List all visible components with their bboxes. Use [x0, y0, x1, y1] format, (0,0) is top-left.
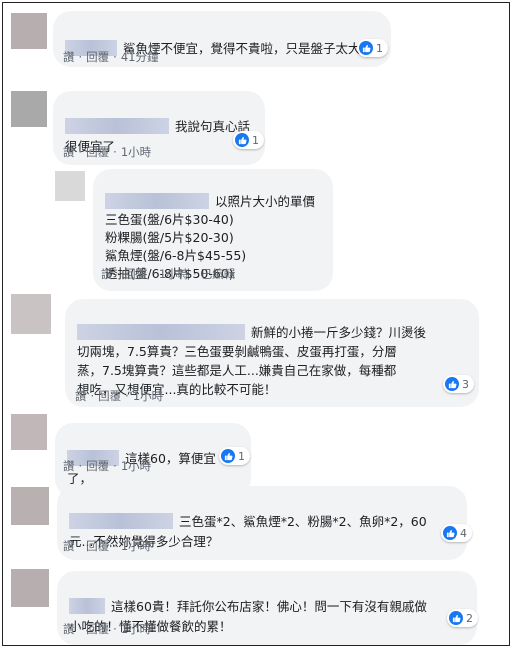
commenter-name-blurred[interactable] — [77, 324, 245, 340]
timestamp[interactable]: 1小時 — [121, 459, 151, 473]
reaction-count[interactable]: 3 — [443, 375, 474, 393]
commenter-name-blurred[interactable] — [69, 598, 105, 614]
reaction-count[interactable]: 4 — [441, 524, 472, 542]
reply-link[interactable]: 回覆 — [98, 389, 121, 403]
reply-link[interactable]: 回覆 — [86, 145, 109, 159]
timestamp[interactable]: 41分鐘 — [121, 50, 159, 64]
avatar[interactable] — [55, 171, 85, 201]
comment-actions: 讚 · 回覆 · 1小時 — [63, 622, 152, 636]
reply-link[interactable]: 回覆 — [86, 459, 109, 473]
avatar[interactable] — [11, 569, 49, 607]
avatar[interactable] — [11, 294, 51, 334]
comment-actions: 讚 · 回覆 · 1小時 — [75, 389, 164, 403]
like-icon — [445, 377, 459, 391]
avatar[interactable] — [11, 414, 47, 450]
edited-label[interactable]: 已編輯 — [201, 267, 236, 281]
like-icon — [235, 133, 249, 147]
like-count: 1 — [238, 449, 245, 463]
timestamp[interactable]: 1小時 — [133, 389, 163, 403]
like-link[interactable]: 讚 — [63, 50, 75, 64]
comment-actions: 讚 · 回覆 · 41分鐘 — [63, 50, 159, 64]
like-icon — [449, 611, 463, 625]
like-icon — [221, 449, 235, 463]
like-count: 1 — [376, 41, 383, 55]
like-link[interactable]: 讚 — [63, 539, 75, 553]
timestamp[interactable]: 1小時 — [121, 145, 151, 159]
like-count: 1 — [252, 133, 259, 147]
timestamp[interactable]: 1小時 — [159, 267, 189, 281]
like-link[interactable]: 讚 — [75, 389, 87, 403]
comment-actions: 讚 · 回覆 · 1小時 — [63, 459, 152, 473]
timestamp[interactable]: 1小時 — [121, 622, 151, 636]
comment-thread: 鯊魚煙不便宜，覺得不貴啦，只是盤子太大 1 讚 · 回覆 · 41分鐘 我說句真心話 很… — [2, 2, 510, 646]
avatar[interactable] — [11, 13, 47, 49]
like-icon — [443, 526, 457, 540]
commenter-name-blurred[interactable] — [69, 513, 173, 529]
commenter-name-blurred[interactable] — [105, 193, 209, 209]
like-link[interactable]: 讚 — [63, 459, 75, 473]
reply-link[interactable]: 回覆 — [86, 50, 109, 64]
avatar[interactable] — [11, 487, 49, 525]
comment-text: 鯊魚煙不便宜，覺得不貴啦，只是盤子太大 — [123, 41, 361, 56]
like-count: 2 — [466, 611, 473, 625]
like-link[interactable]: 讚 — [101, 267, 113, 281]
like-count: 3 — [462, 377, 469, 391]
reaction-count[interactable]: 1 — [219, 447, 250, 465]
like-link[interactable]: 讚 — [63, 145, 75, 159]
comment-actions: 讚 · 回覆 · 1小時 · 已編輯 — [101, 267, 236, 281]
comment-actions: 讚 · 回覆 · 1小時 — [63, 539, 152, 553]
like-count: 4 — [460, 526, 467, 540]
like-icon — [359, 41, 373, 55]
commenter-name-blurred[interactable] — [65, 118, 169, 134]
avatar[interactable] — [11, 91, 47, 127]
comment-actions: 讚 · 回覆 · 1小時 — [63, 145, 152, 159]
reply-link[interactable]: 回覆 — [86, 622, 109, 636]
reply-link[interactable]: 回覆 — [86, 539, 109, 553]
reaction-count[interactable]: 1 — [357, 39, 388, 57]
like-link[interactable]: 讚 — [63, 622, 75, 636]
reaction-count[interactable]: 1 — [233, 131, 264, 149]
reaction-count[interactable]: 2 — [447, 609, 478, 627]
timestamp[interactable]: 1小時 — [121, 539, 151, 553]
reply-link[interactable]: 回覆 — [124, 267, 147, 281]
